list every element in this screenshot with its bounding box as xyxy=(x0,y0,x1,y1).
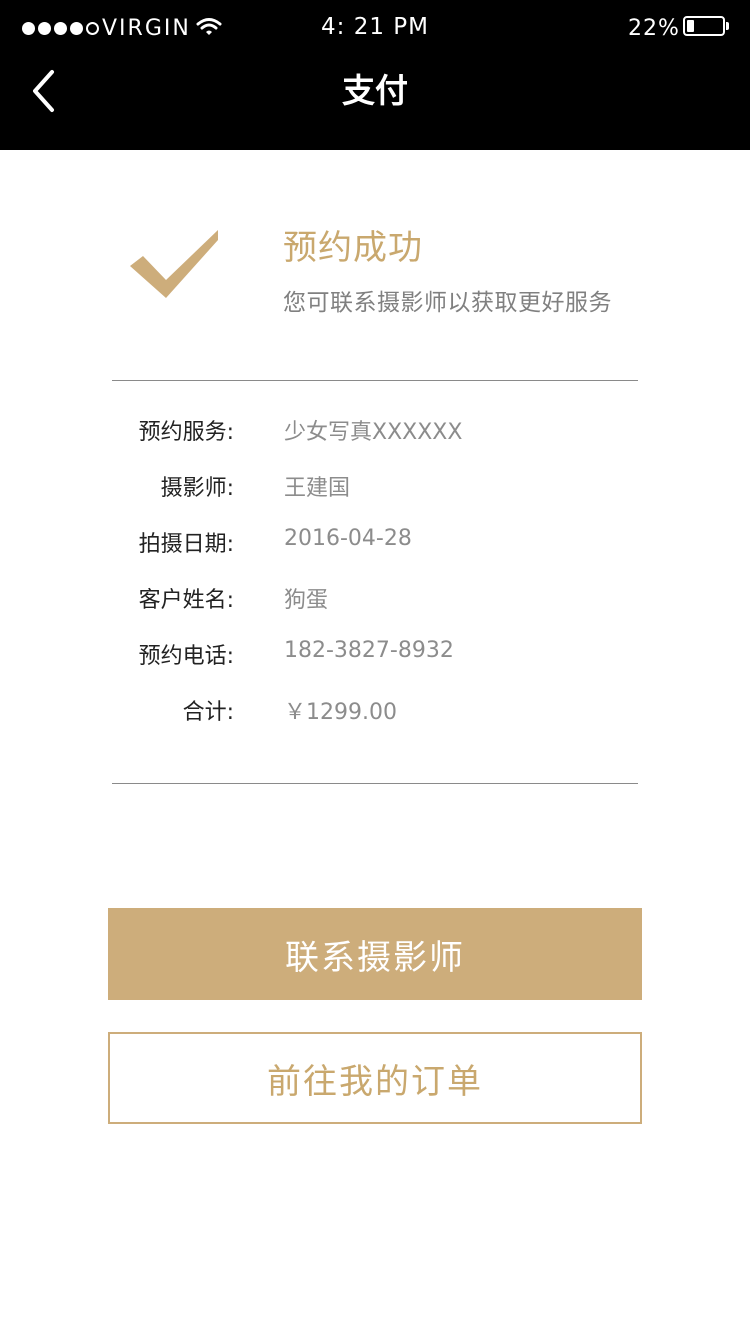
detail-label: 预约服务: xyxy=(138,420,234,445)
divider xyxy=(112,380,638,381)
page-title: 支付 xyxy=(342,71,408,110)
battery-icon xyxy=(683,16,725,36)
detail-value: ￥1299.00 xyxy=(284,700,397,725)
divider xyxy=(112,783,638,784)
detail-value: 182-3827-8932 xyxy=(284,638,454,663)
booking-details: 预约服务: 少女写真XXXXXX 摄影师: 王建国 拍摄日期: 2016-04-… xyxy=(0,414,750,750)
detail-value: 少女写真XXXXXX xyxy=(284,420,463,445)
top-bar: VIRGIN 4: 21 PM 22% 支付 xyxy=(0,0,750,150)
detail-label: 摄影师: xyxy=(160,476,234,501)
detail-label: 客户姓名: xyxy=(138,588,234,613)
status-bar: VIRGIN 4: 21 PM 22% xyxy=(0,0,750,56)
detail-value: 王建国 xyxy=(284,476,351,501)
navigation-bar: 支付 xyxy=(0,56,750,150)
detail-label: 拍摄日期: xyxy=(138,532,234,557)
detail-label: 合计: xyxy=(182,700,234,725)
contact-photographer-button[interactable]: 联系摄影师 xyxy=(108,908,642,1000)
battery-tip xyxy=(726,22,729,30)
battery-percent: 22% xyxy=(628,16,680,41)
detail-row-phone: 预约电话: 182-3827-8932 xyxy=(0,638,750,694)
battery-fill xyxy=(687,20,694,32)
detail-row-service: 预约服务: 少女写真XXXXXX xyxy=(0,414,750,470)
success-title: 预约成功 xyxy=(283,228,423,268)
checkmark-icon xyxy=(130,230,218,298)
detail-value: 2016-04-28 xyxy=(284,526,412,551)
success-section: 预约成功 您可联系摄影师以获取更好服务 xyxy=(0,150,750,380)
detail-row-date: 拍摄日期: 2016-04-28 xyxy=(0,526,750,582)
detail-row-customer: 客户姓名: 狗蛋 xyxy=(0,582,750,638)
detail-row-photographer: 摄影师: 王建国 xyxy=(0,470,750,526)
go-to-orders-button[interactable]: 前往我的订单 xyxy=(108,1032,642,1124)
detail-value: 狗蛋 xyxy=(284,588,329,613)
detail-row-total: 合计: ￥1299.00 xyxy=(0,694,750,750)
success-subtitle: 您可联系摄影师以获取更好服务 xyxy=(283,290,612,316)
detail-label: 预约电话: xyxy=(138,644,234,669)
